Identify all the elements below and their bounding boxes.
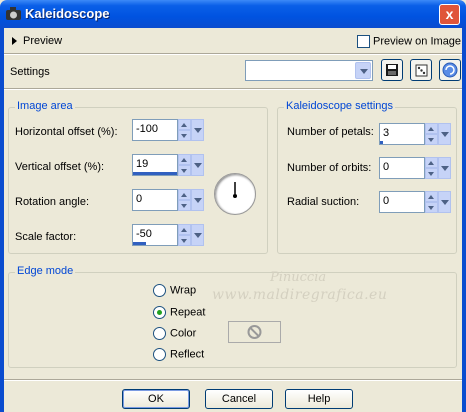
preset-dropdown[interactable]	[245, 60, 373, 81]
dial-icon	[233, 182, 237, 198]
separator	[4, 88, 462, 90]
spin-buttons[interactable]	[425, 191, 438, 213]
save-preset-button[interactable]	[381, 59, 403, 81]
chevron-down-icon[interactable]	[191, 154, 204, 176]
radio-button[interactable]	[153, 348, 166, 361]
spin-buttons[interactable]	[178, 154, 191, 176]
radio-button[interactable]	[153, 284, 166, 297]
cancel-button[interactable]: Cancel	[205, 389, 273, 409]
value-slider-bar[interactable]	[133, 172, 177, 175]
randomize-icon	[415, 64, 428, 77]
save-icon	[386, 64, 398, 76]
chevron-down-icon[interactable]	[191, 224, 204, 246]
spin-up-icon[interactable]	[425, 191, 438, 202]
spin-down-icon[interactable]	[178, 235, 191, 246]
spin-up-icon[interactable]	[425, 157, 438, 168]
chevron-down-icon[interactable]	[438, 123, 451, 145]
horizontal-offset-input[interactable]: -100	[132, 119, 178, 141]
radio-button[interactable]	[153, 327, 166, 340]
radio-label: Wrap	[170, 284, 197, 297]
close-button[interactable]: x	[439, 4, 460, 25]
chevron-down-icon[interactable]	[191, 119, 204, 141]
ok-button[interactable]: OK	[122, 389, 190, 409]
checkbox-box[interactable]	[357, 35, 370, 48]
edge-color-swatch[interactable]	[228, 321, 281, 343]
chevron-down-icon[interactable]	[355, 62, 371, 79]
radial-suction-label: Radial suction:	[287, 196, 360, 208]
value-slider-bar[interactable]	[133, 242, 146, 245]
radio-wrap[interactable]: Wrap	[153, 284, 196, 297]
spin-buttons[interactable]	[178, 189, 191, 211]
separator	[4, 379, 462, 381]
chevron-down-icon[interactable]	[191, 189, 204, 211]
value-slider-bar[interactable]	[380, 141, 383, 144]
spin-down-icon[interactable]	[178, 165, 191, 176]
preview-on-image-label: Preview on Image	[373, 35, 462, 48]
rotation-angle-input[interactable]: 0	[132, 189, 178, 211]
spin-up-icon[interactable]	[178, 154, 191, 165]
rotation-angle-label: Rotation angle:	[15, 196, 89, 208]
app-icon	[6, 7, 21, 20]
radio-label: Color	[170, 327, 197, 340]
rotation-dial[interactable]	[214, 173, 256, 215]
spin-buttons[interactable]	[178, 119, 191, 141]
radio-label: Reflect	[170, 348, 205, 361]
spin-buttons[interactable]	[425, 157, 438, 179]
scale-factor-label: Scale factor:	[15, 231, 77, 243]
spin-down-icon[interactable]	[178, 130, 191, 141]
randomize-button[interactable]	[410, 59, 432, 81]
spin-up-icon[interactable]	[178, 119, 191, 130]
chevron-down-icon[interactable]	[438, 157, 451, 179]
edge-mode-title: Edge mode	[15, 265, 76, 277]
radio-repeat[interactable]: Repeat	[153, 306, 205, 319]
spin-up-icon[interactable]	[178, 224, 191, 235]
spin-buttons[interactable]	[425, 123, 438, 145]
help-button[interactable]: Help	[285, 389, 353, 409]
window-title: Kaleidoscope	[25, 6, 110, 21]
radio-button-selected[interactable]	[153, 306, 166, 319]
preview-label: Preview	[23, 35, 63, 47]
number-of-petals-input[interactable]: 3	[379, 123, 425, 145]
chevron-down-icon[interactable]	[438, 191, 451, 213]
horizontal-offset-label: Horizontal offset (%):	[15, 126, 118, 138]
spin-up-icon[interactable]	[178, 189, 191, 200]
separator	[4, 53, 462, 55]
watermark-name: Pinuccia	[270, 270, 327, 285]
reset-button[interactable]	[439, 59, 461, 81]
expand-arrow-icon	[12, 37, 17, 46]
radio-reflect[interactable]: Reflect	[153, 348, 204, 361]
preview-on-image-checkbox[interactable]: Preview on Image	[357, 35, 461, 48]
window-frame-right	[462, 28, 466, 412]
preview-toggle[interactable]: Preview	[12, 35, 62, 47]
number-of-orbits-input[interactable]: 0	[379, 157, 425, 179]
spin-buttons[interactable]	[178, 224, 191, 246]
reset-icon	[442, 62, 458, 78]
radio-label: Repeat	[170, 306, 206, 319]
radial-suction-input[interactable]: 0	[379, 191, 425, 213]
number-of-orbits-label: Number of orbits:	[287, 162, 372, 174]
spin-down-icon[interactable]	[425, 168, 438, 179]
spin-down-icon[interactable]	[178, 200, 191, 211]
kaleidoscope-settings-title: Kaleidoscope settings	[284, 100, 396, 112]
window-frame-left	[0, 28, 4, 412]
watermark-url: www.maldiregrafica.eu	[212, 287, 388, 303]
spin-up-icon[interactable]	[425, 123, 438, 134]
vertical-offset-label: Vertical offset (%):	[15, 161, 105, 173]
spin-down-icon[interactable]	[425, 134, 438, 145]
image-area-title: Image area	[15, 100, 75, 112]
number-of-petals-label: Number of petals:	[287, 126, 374, 138]
spin-down-icon[interactable]	[425, 202, 438, 213]
radio-color[interactable]: Color	[153, 327, 196, 340]
title-bar: Kaleidoscope x	[0, 0, 466, 28]
settings-label: Settings	[10, 66, 50, 78]
no-color-icon	[247, 325, 262, 339]
